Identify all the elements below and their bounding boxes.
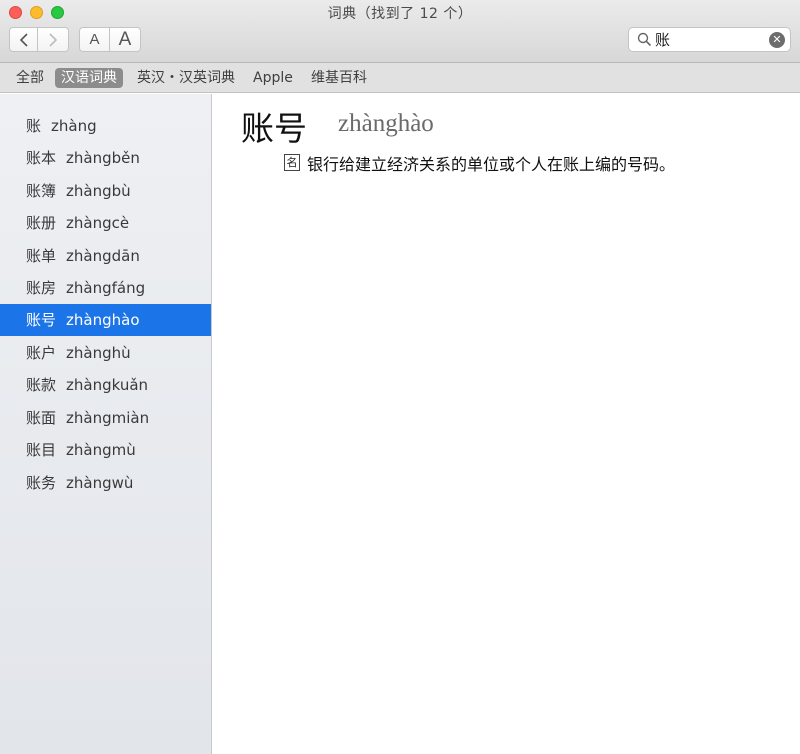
result-hanzi: 账号: [26, 311, 57, 329]
part-of-speech-badge: 名: [284, 154, 300, 171]
entry-content: 账号 zhànghào 名 银行给建立经济关系的单位或个人在账上编的号码。: [213, 94, 800, 754]
result-pinyin: zhàng: [51, 117, 97, 135]
result-item[interactable]: 账款 zhàngkuǎn: [0, 369, 211, 401]
result-item[interactable]: 账面 zhàngmiàn: [0, 402, 211, 434]
result-hanzi: 账: [26, 117, 42, 135]
result-pinyin: zhàngcè: [66, 214, 130, 232]
result-item[interactable]: 账目 zhàngmù: [0, 434, 211, 466]
result-item[interactable]: 账本 zhàngběn: [0, 142, 211, 174]
title-toolbar: 词典（找到了 12 个） A A ✕: [0, 0, 800, 63]
result-pinyin: zhànghù: [66, 344, 131, 362]
search-icon: [637, 32, 652, 47]
scope-wikipedia[interactable]: 维基百科: [305, 68, 373, 88]
entry-pinyin: zhànghào: [338, 110, 434, 137]
result-pinyin: zhàngmiàn: [66, 409, 150, 427]
result-hanzi: 账面: [26, 409, 57, 427]
result-pinyin: zhàngdān: [66, 247, 140, 265]
entry-headword: 账号: [241, 109, 307, 148]
result-hanzi: 账款: [26, 376, 57, 394]
result-item[interactable]: 账册 zhàngcè: [0, 207, 211, 239]
chevron-right-icon: [49, 32, 58, 47]
scope-chinese-dictionary[interactable]: 汉语词典: [55, 68, 123, 88]
result-pinyin: zhàngfáng: [66, 279, 146, 297]
search-field[interactable]: ✕: [628, 27, 791, 52]
result-item[interactable]: 账单 zhàngdān: [0, 240, 211, 272]
result-pinyin: zhànghào: [66, 311, 140, 329]
font-smaller-button[interactable]: A: [79, 27, 110, 52]
search-input[interactable]: [655, 30, 765, 49]
font-larger-button[interactable]: A: [109, 27, 141, 52]
forward-button[interactable]: [37, 27, 69, 52]
back-button[interactable]: [9, 27, 38, 52]
result-hanzi: 账单: [26, 247, 57, 265]
results-sidebar: 账 zhàng 账本 zhàngběn 账簿 zhàngbù 账册 zhàngcè 账单…: [0, 94, 212, 754]
result-item[interactable]: 账房 zhàngfáng: [0, 272, 211, 304]
clear-search-icon[interactable]: ✕: [769, 32, 785, 48]
window-title: 词典（找到了 12 个）: [327, 6, 473, 22]
dictionary-window: 词典（找到了 12 个） A A ✕ 全部 汉语词典 英汉・汉英词典 Apple…: [0, 0, 800, 754]
scope-apple[interactable]: Apple: [247, 68, 299, 88]
result-pinyin: zhàngběn: [66, 149, 140, 167]
result-hanzi: 账本: [26, 149, 57, 167]
scope-all[interactable]: 全部: [10, 68, 50, 88]
entry-definition: 银行给建立经济关系的单位或个人在账上编的号码。: [307, 155, 676, 174]
result-hanzi: 账册: [26, 214, 57, 232]
result-hanzi: 账房: [26, 279, 57, 297]
result-pinyin: zhàngkuǎn: [66, 376, 149, 394]
result-hanzi: 账簿: [26, 182, 57, 200]
result-item-selected[interactable]: 账号 zhànghào: [0, 304, 211, 336]
result-hanzi: 账务: [26, 474, 57, 492]
result-hanzi: 账目: [26, 441, 57, 459]
result-item[interactable]: 账户 zhànghù: [0, 337, 211, 369]
result-item[interactable]: 账务 zhàngwù: [0, 467, 211, 499]
result-item[interactable]: 账簿 zhàngbù: [0, 175, 211, 207]
result-pinyin: zhàngbù: [66, 182, 131, 200]
scope-bar: 全部 汉语词典 英汉・汉英词典 Apple 维基百科: [0, 63, 800, 93]
result-hanzi: 账户: [26, 344, 57, 362]
scope-english-chinese[interactable]: 英汉・汉英词典: [131, 68, 241, 88]
result-item[interactable]: 账 zhàng: [0, 110, 211, 142]
result-pinyin: zhàngmù: [66, 441, 136, 459]
chevron-left-icon: [19, 32, 28, 47]
result-pinyin: zhàngwù: [66, 474, 134, 492]
